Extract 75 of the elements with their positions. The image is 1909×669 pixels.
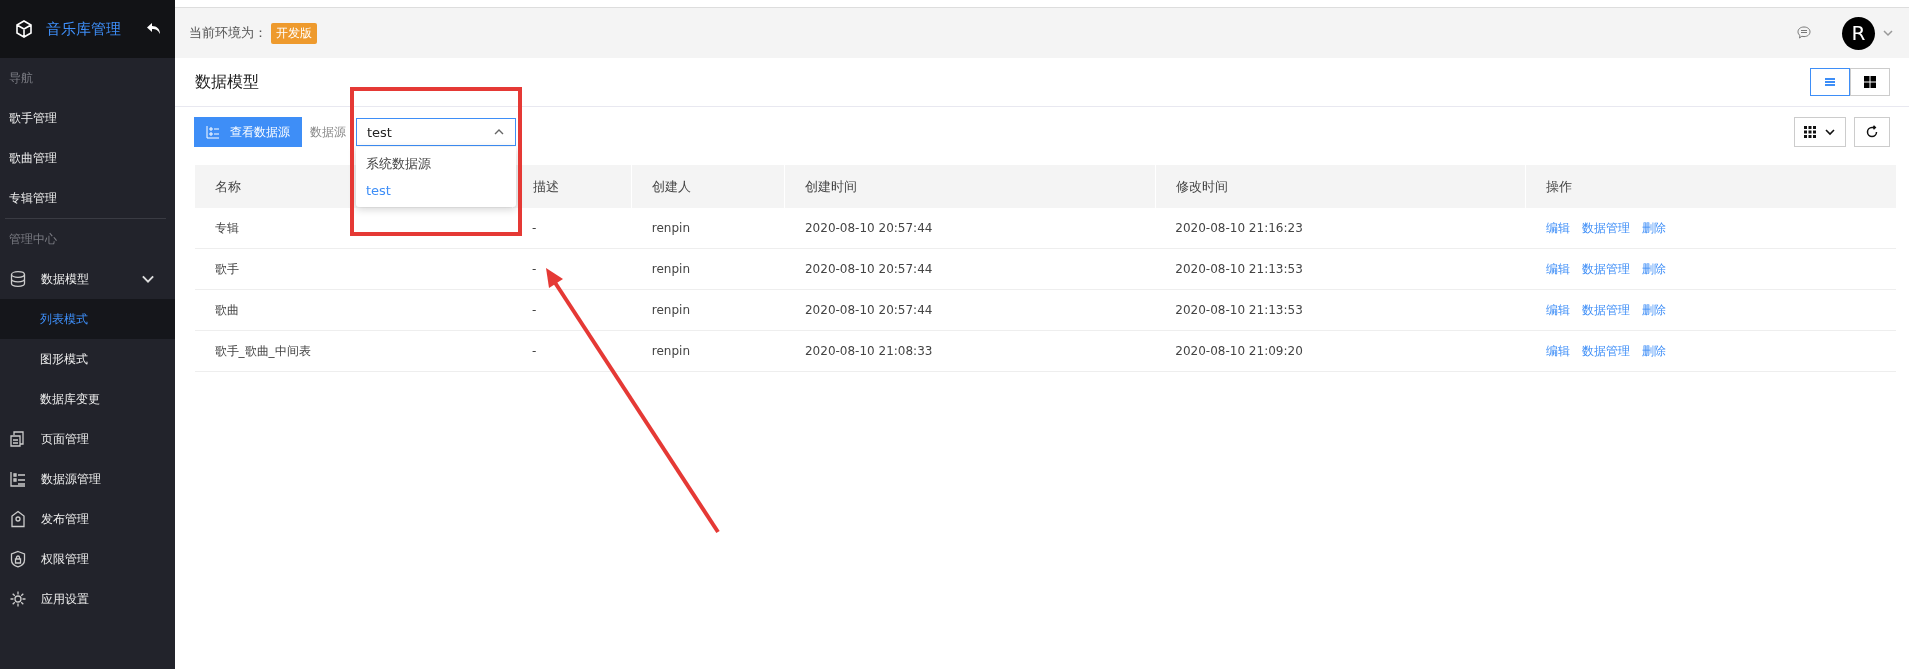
table-cell: 2020-08-10 21:13:53: [1155, 289, 1526, 331]
table-cell: 2020-08-10 20:57:44: [785, 248, 1156, 290]
action-link[interactable]: 数据管理: [1581, 260, 1630, 278]
table-cell: renpin: [631, 330, 785, 372]
table-cell: 2020-08-10 21:08:33: [785, 330, 1156, 372]
table-cell: 歌手: [194, 248, 513, 290]
page-title: 数据模型: [195, 71, 260, 93]
section-heading: 导航: [8, 69, 34, 87]
table-cell: 2020-08-10 21:09:20: [1155, 330, 1526, 372]
tag-icon: [9, 510, 27, 528]
action-link[interactable]: 编辑: [1545, 260, 1570, 278]
list-icon: [9, 470, 27, 488]
chat-icon[interactable]: [1796, 25, 1812, 41]
sidebar-item[interactable]: 数据模型: [0, 259, 175, 299]
table-cell: 专辑: [194, 208, 513, 249]
refresh-button[interactable]: [1854, 117, 1890, 147]
sidebar-item[interactable]: 数据库变更: [0, 379, 175, 419]
sidebar-item[interactable]: 权限管理: [0, 539, 175, 579]
view-datasource-button[interactable]: 查看数据源: [194, 117, 302, 147]
column-header: 创建时间: [785, 165, 1156, 208]
refresh-icon: [1865, 125, 1879, 139]
action-link[interactable]: 编辑: [1545, 301, 1570, 319]
table-cell: -: [512, 330, 632, 372]
sidebar-item[interactable]: 歌手管理: [0, 98, 175, 138]
sidebar-item[interactable]: 列表模式: [0, 299, 175, 339]
column-header: 描述: [512, 165, 632, 208]
sidebar-item[interactable]: 发布管理: [0, 499, 175, 539]
sidebar-item[interactable]: 页面管理: [0, 419, 175, 459]
grid-view-button[interactable]: [1850, 68, 1890, 96]
datasource-label: 数据源: [310, 123, 346, 141]
sidebar-item[interactable]: 数据源管理: [0, 459, 175, 499]
back-icon[interactable]: [147, 22, 161, 36]
action-link[interactable]: 删除: [1641, 260, 1666, 278]
action-link[interactable]: 删除: [1641, 342, 1666, 360]
environment-label: 当前环境为：: [189, 24, 267, 42]
table-cell: renpin: [631, 289, 785, 331]
table-cell: 2020-08-10 21:16:23: [1155, 208, 1526, 249]
grid-icon: [1803, 125, 1817, 139]
database-icon: [9, 270, 27, 288]
action-link[interactable]: 删除: [1641, 301, 1666, 319]
table-cell: 歌曲: [194, 289, 513, 331]
table-cell: 2020-08-10 21:13:53: [1155, 248, 1526, 290]
table-cell: -: [512, 289, 632, 331]
column-header: 修改时间: [1155, 165, 1526, 208]
section-heading: 管理中心: [8, 230, 58, 248]
cube-icon: [14, 19, 34, 39]
datasource-select[interactable]: test: [356, 118, 516, 146]
column-header: 操作: [1525, 165, 1896, 208]
action-link[interactable]: 编辑: [1545, 219, 1570, 237]
table-cell: -: [512, 208, 632, 249]
app-title: 音乐库管理: [46, 19, 122, 39]
list-icon: [206, 125, 220, 139]
sidebar-item[interactable]: 图形模式: [0, 339, 175, 379]
user-avatar[interactable]: R: [1842, 16, 1875, 50]
action-link[interactable]: 编辑: [1545, 342, 1570, 360]
shield-icon: [9, 550, 27, 568]
table-cell: 2020-08-10 20:57:44: [785, 208, 1156, 249]
action-link[interactable]: 数据管理: [1581, 342, 1630, 360]
action-link[interactable]: 数据管理: [1581, 301, 1630, 319]
grid-icon: [1863, 75, 1877, 89]
sidebar-item[interactable]: 歌曲管理: [0, 138, 175, 178]
column-header: 创建人: [631, 165, 785, 208]
environment-badge: 开发版: [271, 22, 317, 44]
sidebar-item[interactable]: 应用设置: [0, 579, 175, 619]
table-cell: 2020-08-10 20:57:44: [785, 289, 1156, 331]
pages-icon: [9, 430, 27, 448]
action-link[interactable]: 数据管理: [1581, 219, 1630, 237]
sidebar-item[interactable]: 专辑管理: [0, 178, 175, 218]
table-cell: renpin: [631, 248, 785, 290]
action-link[interactable]: 删除: [1641, 219, 1666, 237]
table-cell: 歌手_歌曲_中间表: [194, 330, 513, 372]
table-cell: renpin: [631, 208, 785, 249]
list-icon: [1823, 75, 1837, 89]
settings-icon: [9, 590, 27, 608]
column-settings-button[interactable]: [1794, 117, 1846, 147]
